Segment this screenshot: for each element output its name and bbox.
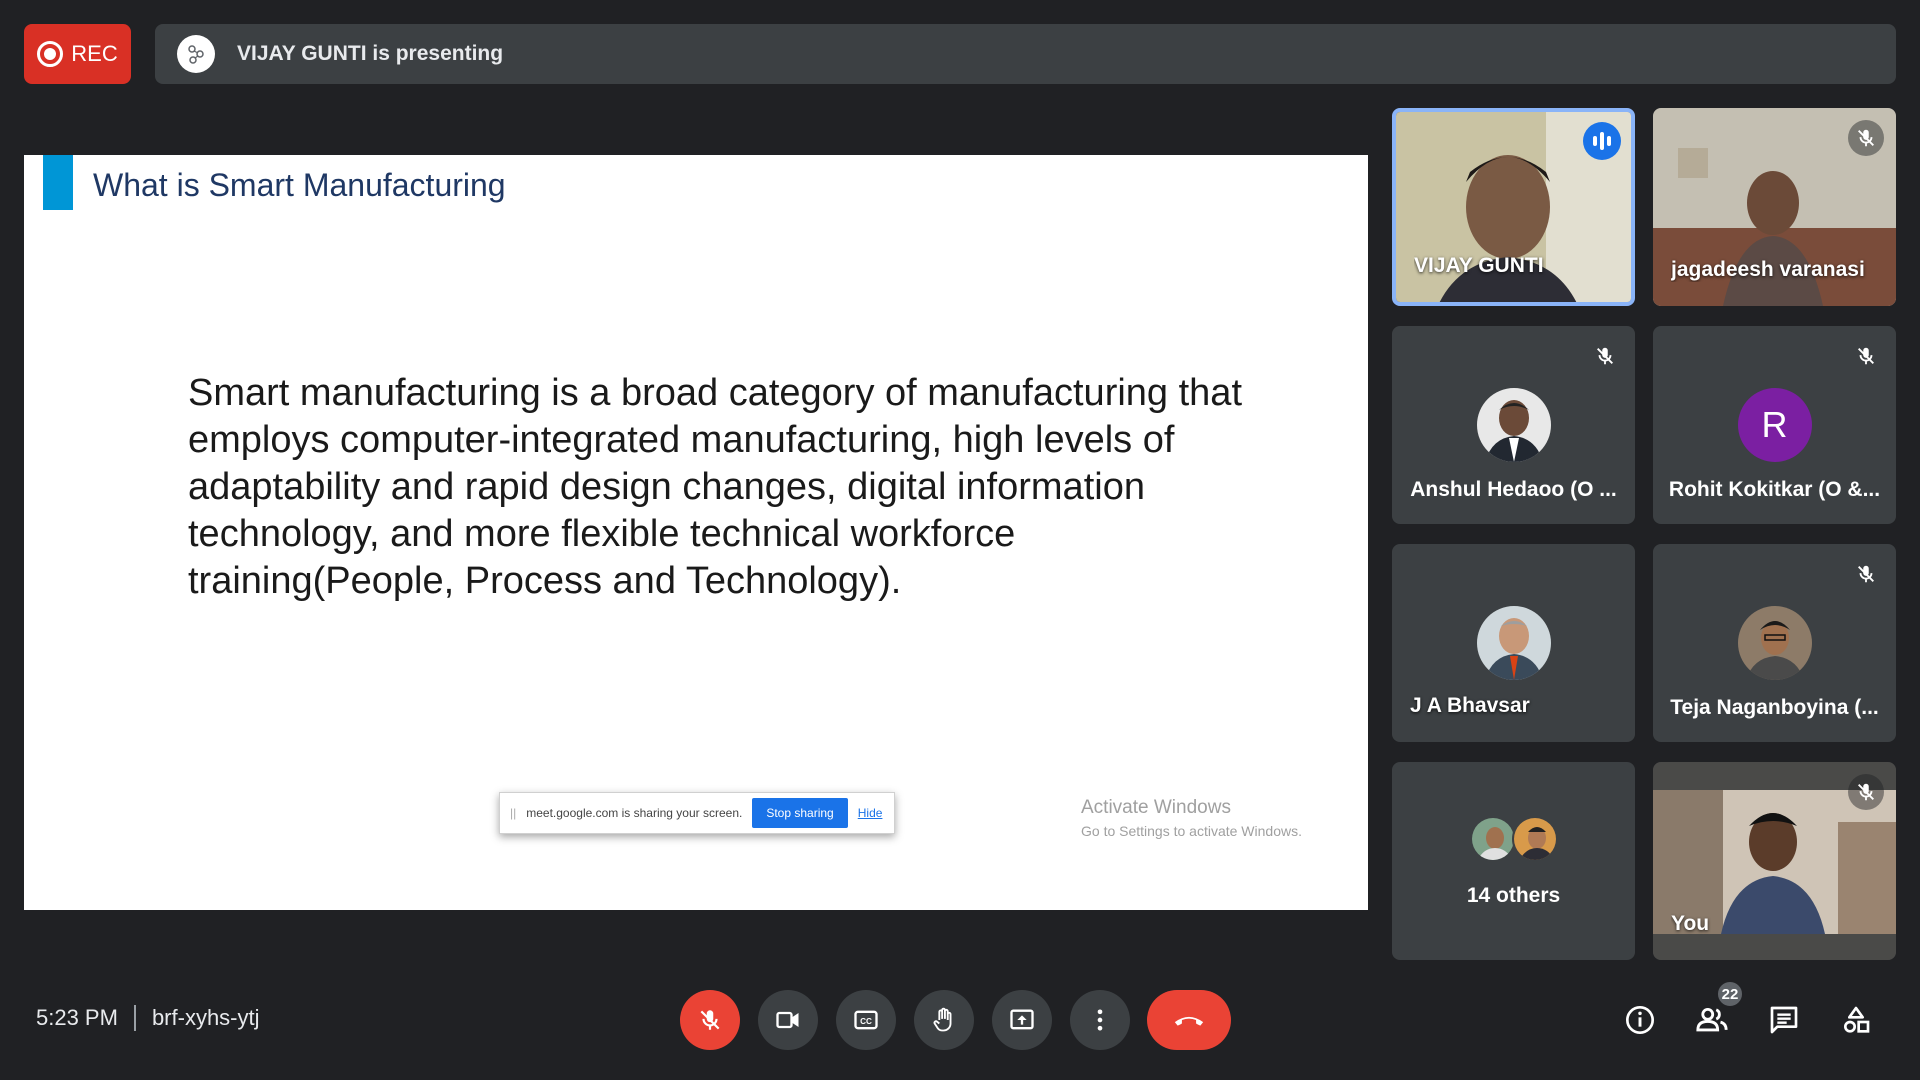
camera-icon — [776, 1011, 799, 1029]
avatar — [1470, 816, 1516, 862]
end-call-icon — [1174, 1016, 1204, 1026]
camera-toggle-button[interactable] — [758, 990, 818, 1050]
slide-accent-bar — [43, 155, 73, 210]
speaking-indicator-icon — [1583, 122, 1621, 160]
participant-tile-ja-bhavsar[interactable]: J A Bhavsar — [1392, 544, 1635, 742]
clock-time: 5:23 PM — [36, 1005, 118, 1030]
leave-call-button[interactable] — [1147, 990, 1231, 1050]
activate-windows-watermark: Activate Windows Go to Settings to activ… — [1081, 797, 1302, 839]
participant-tile-you[interactable]: You — [1653, 762, 1896, 960]
microphone-toggle-button[interactable] — [680, 990, 740, 1050]
mic-off-icon — [700, 1010, 720, 1030]
avatar — [1737, 606, 1812, 680]
participant-name: J A Bhavsar — [1410, 694, 1530, 717]
participant-name: VIJAY GUNTI — [1414, 254, 1544, 277]
captions-button[interactable]: CC — [836, 990, 896, 1050]
divider — [133, 1005, 136, 1031]
record-icon — [37, 41, 64, 67]
mic-off-icon — [1587, 338, 1623, 374]
avatar: R — [1737, 388, 1812, 462]
participant-name: Rohit Kokitkar (O &... — [1668, 478, 1881, 501]
avatar — [1476, 388, 1551, 462]
participant-count-badge: 22 — [1716, 980, 1744, 1008]
presenting-banner: VIJAY GUNTI is presenting — [155, 24, 1896, 84]
mic-off-icon — [1848, 120, 1884, 156]
svg-text:CC: CC — [860, 1017, 872, 1026]
participant-name: 14 others — [1466, 884, 1561, 907]
avatar — [1512, 816, 1558, 862]
present-screen-button[interactable] — [992, 990, 1052, 1050]
avatar — [1476, 606, 1551, 680]
people-icon — [1696, 1007, 1728, 1032]
more-options-button[interactable] — [1070, 990, 1130, 1050]
activities-button[interactable] — [1834, 998, 1878, 1042]
participant-tile-rohit-kokitkar[interactable]: R Rohit Kokitkar (O &... — [1653, 326, 1896, 524]
participant-tile-teja-naganboyina[interactable]: Teja Naganboyina (... — [1653, 544, 1896, 742]
participant-name: You — [1671, 912, 1710, 935]
meeting-code: brf-xyhs-ytj — [151, 1005, 260, 1030]
activities-icon — [1844, 1006, 1870, 1033]
captions-icon: CC — [854, 1010, 878, 1030]
participant-tile-anshul-hedaoo[interactable]: Anshul Hedaoo (O ... — [1392, 326, 1635, 524]
mic-off-icon — [1848, 338, 1884, 374]
participant-tile-vijay-gunti[interactable]: VIJAY GUNTI — [1392, 108, 1635, 306]
meeting-details-button[interactable] — [1618, 998, 1662, 1042]
activate-title: Activate Windows — [1081, 797, 1231, 818]
chat-icon — [1770, 1006, 1798, 1034]
drag-handle-icon[interactable]: || — [510, 806, 516, 820]
activate-subtitle: Go to Settings to activate Windows. — [1081, 823, 1302, 839]
hand-icon — [933, 1007, 952, 1032]
mic-off-icon — [1848, 556, 1884, 592]
screen-share-notice: || meet.google.com is sharing your scree… — [499, 792, 895, 834]
participant-name: Anshul Hedaoo (O ... — [1410, 478, 1617, 501]
more-vert-icon — [1097, 1009, 1103, 1031]
present-icon — [1010, 1009, 1034, 1030]
presentation-screen: What is Smart Manufacturing Smart manufa… — [24, 155, 1368, 910]
presenter-avatar-icon — [177, 35, 215, 73]
participant-tile-jagadeesh-varanasi[interactable]: jagadeesh varanasi — [1653, 108, 1896, 306]
participant-name: Teja Naganboyina (... — [1670, 696, 1879, 719]
stop-sharing-button[interactable]: Stop sharing — [752, 798, 848, 828]
raise-hand-button[interactable] — [914, 990, 974, 1050]
participant-tile-others[interactable]: 14 others — [1392, 762, 1635, 960]
mic-off-icon — [1848, 774, 1884, 810]
presenting-text: VIJAY GUNTI is presenting — [237, 42, 504, 65]
slide-title: What is Smart Manufacturing — [93, 167, 506, 203]
meet-window: REC VIJAY GUNTI is presenting What is Sm… — [0, 0, 1920, 1080]
hide-link[interactable]: Hide — [858, 806, 883, 820]
chat-button[interactable] — [1762, 998, 1806, 1042]
slide-body-text: Smart manufacturing is a broad category … — [188, 372, 1242, 602]
rec-label: REC — [71, 41, 118, 66]
info-icon — [1626, 1006, 1654, 1034]
participant-name: jagadeesh varanasi — [1671, 258, 1865, 281]
recording-indicator: REC — [24, 24, 131, 84]
meeting-info: 5:23 PM brf-xyhs-ytj — [36, 1005, 260, 1031]
share-notice-text: meet.google.com is sharing your screen. — [526, 806, 743, 820]
